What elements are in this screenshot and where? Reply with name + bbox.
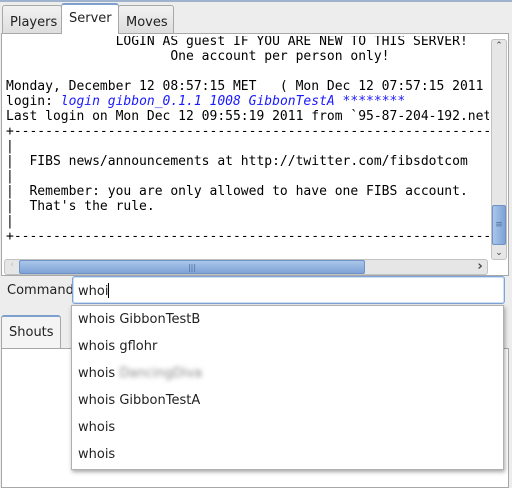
suggestion-prefix: whois — [78, 393, 116, 408]
server-log[interactable]: LOGIN AS guest IF YOU ARE NEW TO THIS SE… — [4, 36, 489, 259]
tab-server[interactable]: Server — [61, 3, 119, 34]
log-line: | FIBS news/announcements at http://twit… — [6, 154, 468, 169]
log-line: One account per person only! — [6, 49, 390, 64]
command-input[interactable]: whoi — [72, 276, 505, 304]
log-line: +---------------------------------------… — [6, 229, 489, 244]
log-line: | That's the rule. — [6, 199, 155, 214]
log-line: | — [6, 169, 14, 184]
suggestion-item[interactable]: whois gflohr — [72, 333, 503, 360]
vertical-scrollbar[interactable]: ⌃ ≡ ⌄ — [491, 39, 507, 260]
horizontal-scroll-thumb[interactable]: ||| — [19, 260, 365, 274]
suggestion-prefix: whois — [78, 447, 116, 462]
scroll-up-icon[interactable]: ⌃ — [492, 41, 506, 51]
log-line: | — [6, 214, 14, 229]
server-panel: LOGIN AS guest IF YOU ARE NEW TO THIS SE… — [1, 33, 509, 276]
window-top-border — [0, 0, 512, 2]
suggestion-prefix: whois — [78, 366, 116, 381]
log-line: | — [6, 139, 14, 154]
log-line: LOGIN AS guest IF YOU ARE NEW TO THIS SE… — [6, 36, 468, 49]
log-line: Monday, December 12 08:57:15 MET ( Mon D… — [6, 79, 489, 94]
horizontal-scrollbar[interactable]: ‹ ||| › — [4, 259, 488, 275]
suggestion-item[interactable]: whois — [72, 414, 503, 441]
scroll-right-icon[interactable]: › — [473, 260, 487, 274]
vertical-scroll-thumb[interactable]: ≡ — [492, 205, 506, 245]
suggestion-prefix: whois — [78, 312, 116, 327]
autocomplete-popup: whois GibbonTestB whois gflohr whois Dan… — [71, 305, 504, 470]
command-label: Command — [7, 283, 74, 298]
suggestion-name: gflohr — [119, 339, 158, 354]
suggestion-name: GibbonTestB — [119, 312, 201, 327]
tab-players[interactable]: Players — [2, 5, 62, 35]
suggestion-prefix: whois — [78, 339, 116, 354]
tab-shouts[interactable]: Shouts — [1, 315, 61, 349]
login-prefix: login: — [6, 94, 61, 109]
scroll-left-icon[interactable]: ‹ — [5, 260, 19, 270]
suggestion-name: GibbonTestA — [119, 393, 201, 408]
suggestion-name-blurred: DancingDiva — [119, 366, 203, 381]
command-value: whoi — [78, 284, 109, 299]
text-caret — [108, 283, 110, 298]
login-command: login gibbon_0.1.1 1008 GibbonTestA ****… — [60, 94, 406, 109]
suggestion-item[interactable]: whois GibbonTestA — [72, 387, 503, 414]
suggestion-prefix: whois — [78, 420, 116, 435]
log-line: | Remember: you are only allowed to have… — [6, 184, 468, 199]
suggestion-item[interactable]: whois GibbonTestB — [72, 306, 503, 333]
suggestion-item[interactable]: whois — [72, 441, 503, 468]
log-line: +---------------------------------------… — [6, 124, 489, 139]
log-line: Last login on Mon Dec 12 09:55:19 2011 f… — [6, 109, 489, 124]
scroll-down-icon[interactable]: ⌄ — [492, 248, 506, 258]
suggestion-item[interactable]: whois DancingDiva — [72, 360, 503, 387]
tab-moves[interactable]: Moves — [118, 5, 174, 35]
